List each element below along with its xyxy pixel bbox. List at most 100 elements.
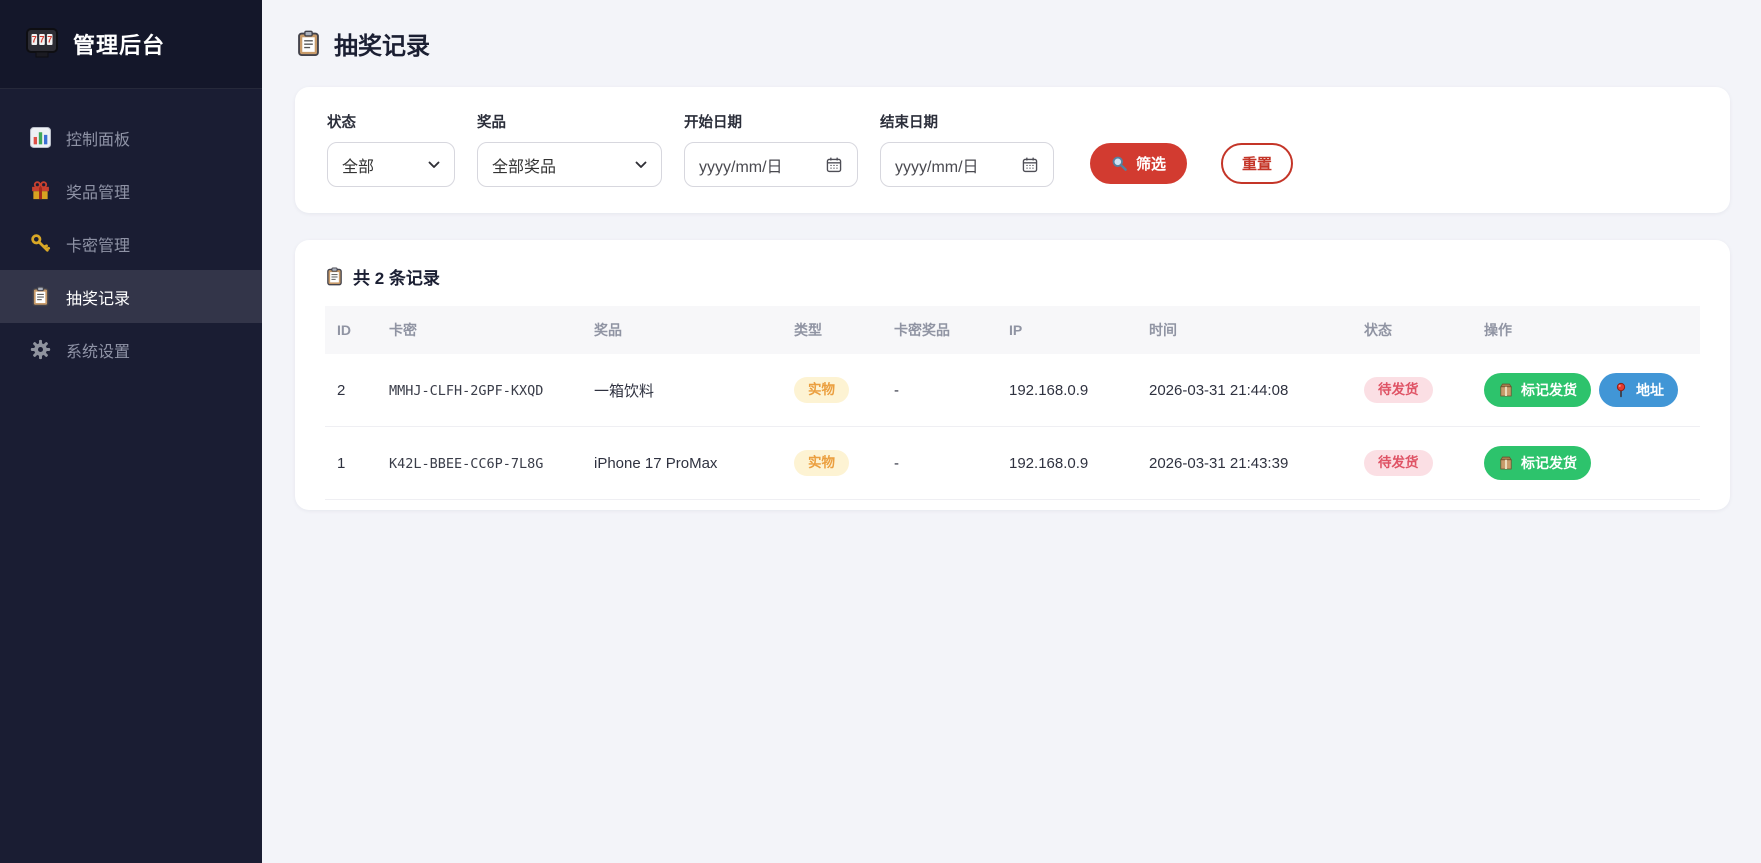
sidebar-item-gift[interactable]: 奖品管理 — [0, 164, 262, 217]
action-button-label: 标记发货 — [1521, 380, 1577, 400]
cell-id: 1 — [325, 427, 377, 500]
records-table: ID卡密奖品类型卡密奖品IP时间状态操作 2MMHJ-CLFH-2GPF-KXQ… — [325, 306, 1700, 500]
sidebar-item-gear[interactable]: 系统设置 — [0, 323, 262, 376]
prize-select[interactable]: 全部奖品 — [477, 142, 662, 187]
cell-time: 2026-03-31 21:44:08 — [1137, 354, 1352, 427]
cell-actions: 标记发货 — [1472, 427, 1700, 500]
sidebar-item-label: 控制面板 — [66, 126, 130, 150]
gear-icon — [30, 339, 51, 360]
reset-button[interactable]: 重置 — [1221, 143, 1293, 184]
page-title: 抽奖记录 — [295, 26, 1730, 61]
records-table-head: ID卡密奖品类型卡密奖品IP时间状态操作 — [325, 306, 1700, 354]
column-header: 奖品 — [582, 306, 782, 354]
records-table-head-row: ID卡密奖品类型卡密奖品IP时间状态操作 — [325, 306, 1700, 354]
cell-type: 实物 — [782, 427, 882, 500]
end-date-label: 结束日期 — [880, 111, 1054, 132]
status-select-value: 全部 — [342, 153, 374, 177]
column-header: 操作 — [1472, 306, 1700, 354]
type-badge: 实物 — [794, 450, 849, 476]
records-table-body: 2 MMHJ-CLFH-2GPF-KXQD 一箱饮料实物 -192.168.0.920… — [325, 354, 1700, 500]
sidebar-item-clipboard[interactable]: 抽奖记录 — [0, 270, 262, 323]
sidebar-logo: 777 管理后台 — [0, 0, 262, 89]
filter-card: 状态 全部 奖品 全部奖品 开始日期 yyyy/mm/ — [295, 87, 1730, 213]
card-key-value: K42L-BBEE-CC6P-7L8G — [389, 456, 543, 472]
records-card: 共 2 条记录 ID卡密奖品类型卡密奖品IP时间状态操作 2MMHJ-CLFH-… — [295, 240, 1730, 510]
app-title: 管理后台 — [73, 28, 165, 60]
svg-text:7: 7 — [39, 35, 44, 45]
sidebar-item-label: 卡密管理 — [66, 232, 130, 256]
filter-button-label: 筛选 — [1136, 153, 1166, 174]
sidebar-item-key[interactable]: 卡密管理 — [0, 217, 262, 270]
table-row: 2MMHJ-CLFH-2GPF-KXQD一箱饮料实物-192.168.0.920… — [325, 354, 1700, 427]
card-key-value: MMHJ-CLFH-2GPF-KXQD — [389, 383, 543, 399]
sidebar-nav: 控制面板奖品管理卡密管理抽奖记录系统设置 — [0, 111, 262, 376]
sidebar-item-bar-chart[interactable]: 控制面板 — [0, 111, 262, 164]
start-date-group: 开始日期 yyyy/mm/日 — [684, 111, 858, 187]
key-icon — [30, 233, 51, 254]
type-badge: 实物 — [794, 377, 849, 403]
filter-button[interactable]: 筛选 — [1090, 143, 1187, 184]
cell-id: 2 — [325, 354, 377, 427]
address-button[interactable]: 地址 — [1599, 373, 1678, 407]
calendar-icon[interactable] — [1021, 156, 1039, 174]
chevron-down-icon — [428, 161, 440, 169]
cell-time: 2026-03-31 21:43:39 — [1137, 427, 1352, 500]
page-title-text: 抽奖记录 — [334, 26, 430, 61]
status-badge: 待发货 — [1364, 450, 1433, 476]
status-label: 状态 — [327, 111, 455, 132]
action-button-label: 地址 — [1636, 380, 1664, 400]
row-actions: 标记发货 地址 — [1484, 373, 1688, 407]
cell-ip: 192.168.0.9 — [997, 427, 1137, 500]
cell-status: 待发货 — [1352, 427, 1472, 500]
action-button-label: 标记发货 — [1521, 453, 1577, 473]
row-actions: 标记发货 — [1484, 446, 1688, 480]
cell-actions: 标记发货 地址 — [1472, 354, 1700, 427]
prize-label: 奖品 — [477, 111, 662, 132]
prize-filter-group: 奖品 全部奖品 — [477, 111, 662, 187]
mark-shipped-button[interactable]: 标记发货 — [1484, 373, 1591, 407]
column-header: 时间 — [1137, 306, 1352, 354]
app-window: 777 管理后台 控制面板奖品管理卡密管理抽奖记录系统设置 抽奖记录 状态 全部… — [0, 0, 1761, 863]
records-summary: 共 2 条记录 — [325, 264, 1700, 289]
prize-select-value: 全部奖品 — [492, 153, 556, 177]
end-date-placeholder: yyyy/mm/日 — [895, 153, 979, 177]
end-date-input[interactable]: yyyy/mm/日 — [880, 142, 1054, 187]
start-date-input[interactable]: yyyy/mm/日 — [684, 142, 858, 187]
svg-text:7: 7 — [47, 35, 52, 45]
status-badge: 待发货 — [1364, 377, 1433, 403]
cell-status: 待发货 — [1352, 354, 1472, 427]
cell-prize: iPhone 17 ProMax — [582, 427, 782, 500]
clipboard-icon — [295, 30, 322, 57]
search-icon — [1111, 155, 1128, 172]
package-icon — [1498, 382, 1514, 398]
svg-text:7: 7 — [32, 35, 37, 45]
end-date-group: 结束日期 yyyy/mm/日 — [880, 111, 1054, 187]
calendar-icon[interactable] — [825, 156, 843, 174]
cell-ip: 192.168.0.9 — [997, 354, 1137, 427]
chevron-down-icon — [635, 161, 647, 169]
cell-card-prize: - — [882, 427, 997, 500]
package-icon — [1498, 455, 1514, 471]
sidebar-item-label: 系统设置 — [66, 338, 130, 362]
column-header: 卡密奖品 — [882, 306, 997, 354]
slot-machine-icon: 777 — [24, 26, 60, 62]
cell-card-key: K42L-BBEE-CC6P-7L8G — [377, 427, 582, 500]
cell-card-key: MMHJ-CLFH-2GPF-KXQD — [377, 354, 582, 427]
table-row: 1 K42L-BBEE-CC6P-7L8G iPhone 17 ProMax 实物 -1… — [325, 427, 1700, 500]
start-date-placeholder: yyyy/mm/日 — [699, 153, 783, 177]
sidebar-item-label: 奖品管理 — [66, 179, 130, 203]
column-header: 状态 — [1352, 306, 1472, 354]
column-header: 卡密 — [377, 306, 582, 354]
status-select[interactable]: 全部 — [327, 142, 455, 187]
column-header: 类型 — [782, 306, 882, 354]
pin-icon — [1613, 382, 1629, 398]
column-header: ID — [325, 306, 377, 354]
clipboard-icon — [325, 267, 344, 286]
main-content: 抽奖记录 状态 全部 奖品 全部奖品 — [262, 0, 1761, 863]
cell-prize: 一箱饮料 — [582, 354, 782, 427]
records-count-text: 共 2 条记录 — [353, 264, 440, 289]
column-header: IP — [997, 306, 1137, 354]
mark-shipped-button[interactable]: 标记发货 — [1484, 446, 1591, 480]
sidebar: 777 管理后台 控制面板奖品管理卡密管理抽奖记录系统设置 — [0, 0, 262, 863]
cell-type: 实物 — [782, 354, 882, 427]
